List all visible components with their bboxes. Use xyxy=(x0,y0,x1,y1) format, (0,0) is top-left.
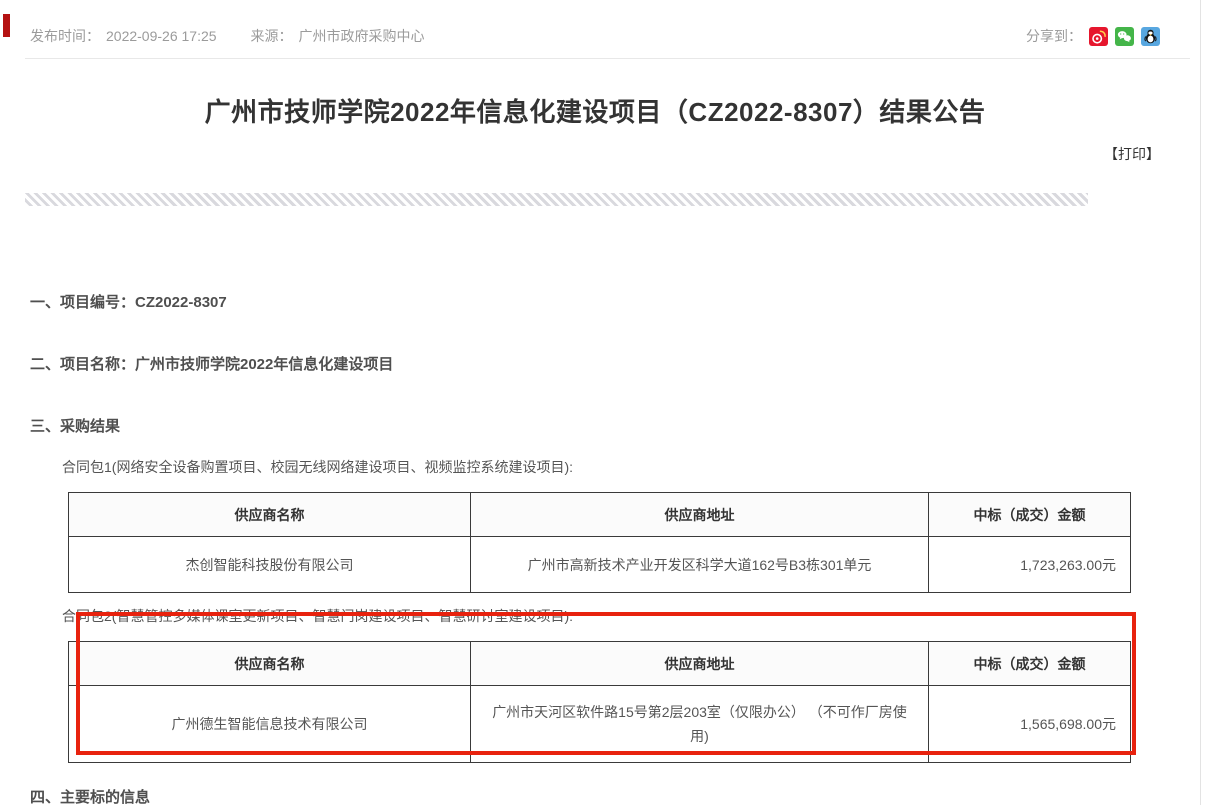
content-right-divider xyxy=(1200,0,1201,805)
section-project-number: 一、项目编号：CZ2022-8307 xyxy=(30,294,1218,312)
section-main-subject-info: 四、主要标的信息 xyxy=(30,789,1218,805)
meta-bar: 发布时间： 2022-09-26 17:25 来源： 广州市政府采购中心 分享到： xyxy=(30,0,1160,46)
page-title: 广州市技师学院2022年信息化建设项目（CZ2022-8307）结果公告 xyxy=(0,95,1190,129)
source-value: 广州市政府采购中心 xyxy=(299,28,425,44)
source-label: 来源： xyxy=(251,28,293,44)
package1-result-table: 供应商名称 供应商地址 中标（成交）金额 杰创智能科技股份有限公司 广州市高新技… xyxy=(68,492,1131,593)
wechat-share-icon[interactable] xyxy=(1115,27,1134,46)
award-amount-cell: 1,723,263.00元 xyxy=(929,537,1131,593)
package2-result-table: 供应商名称 供应商地址 中标（成交）金额 广州德生智能信息技术有限公司 广州市天… xyxy=(68,641,1131,763)
publish-info: 发布时间： 2022-09-26 17:25 来源： 广州市政府采购中心 xyxy=(30,26,431,46)
supplier-address-cell: 广州市高新技术产业开发区科学大道162号B3栋301单元 xyxy=(471,537,929,593)
header-supplier-name: 供应商名称 xyxy=(69,493,471,537)
share-bar: 分享到： xyxy=(1026,26,1160,46)
supplier-name-cell: 杰创智能科技股份有限公司 xyxy=(69,537,471,593)
weibo-share-icon[interactable] xyxy=(1089,27,1108,46)
section-procurement-result: 三、采购结果 xyxy=(30,418,1218,436)
table-row: 广州德生智能信息技术有限公司 广州市天河区软件路15号第2层203室（仅限办公）… xyxy=(69,686,1131,763)
announcement-page: 发布时间： 2022-09-26 17:25 来源： 广州市政府采购中心 分享到： xyxy=(0,0,1218,805)
hatched-divider xyxy=(25,193,1088,206)
header-award-amount: 中标（成交）金额 xyxy=(929,642,1131,686)
print-row: 【打印】 xyxy=(0,145,1160,163)
print-button[interactable]: 【打印】 xyxy=(1104,146,1160,162)
publish-time-label: 发布时间： xyxy=(30,28,100,44)
header-supplier-address: 供应商地址 xyxy=(471,642,929,686)
publish-time-value: 2022-09-26 17:25 xyxy=(106,28,217,44)
table-row: 杰创智能科技股份有限公司 广州市高新技术产业开发区科学大道162号B3栋301单… xyxy=(69,537,1131,593)
section-project-name: 二、项目名称：广州市技师学院2022年信息化建设项目 xyxy=(30,356,1218,374)
red-corner-mark xyxy=(3,14,10,37)
header-supplier-name: 供应商名称 xyxy=(69,642,471,686)
qq-share-icon[interactable] xyxy=(1141,27,1160,46)
supplier-name-cell: 广州德生智能信息技术有限公司 xyxy=(69,686,471,763)
header-supplier-address: 供应商地址 xyxy=(471,493,929,537)
package2-intro: 合同包2(智慧管控多媒体课室更新项目、智慧门岗建设项目、智慧研讨室建设项目): xyxy=(62,607,1218,625)
share-label: 分享到： xyxy=(1026,26,1082,46)
header-award-amount: 中标（成交）金额 xyxy=(929,493,1131,537)
package1-intro: 合同包1(网络安全设备购置项目、校园无线网络建设项目、视频监控系统建设项目): xyxy=(62,458,1218,476)
table-header-row: 供应商名称 供应商地址 中标（成交）金额 xyxy=(69,493,1131,537)
table-header-row: 供应商名称 供应商地址 中标（成交）金额 xyxy=(69,642,1131,686)
award-amount-cell: 1,565,698.00元 xyxy=(929,686,1131,763)
header-divider xyxy=(25,58,1190,59)
supplier-address-cell: 广州市天河区软件路15号第2层203室（仅限办公） （不可作厂房使用) xyxy=(471,686,929,763)
